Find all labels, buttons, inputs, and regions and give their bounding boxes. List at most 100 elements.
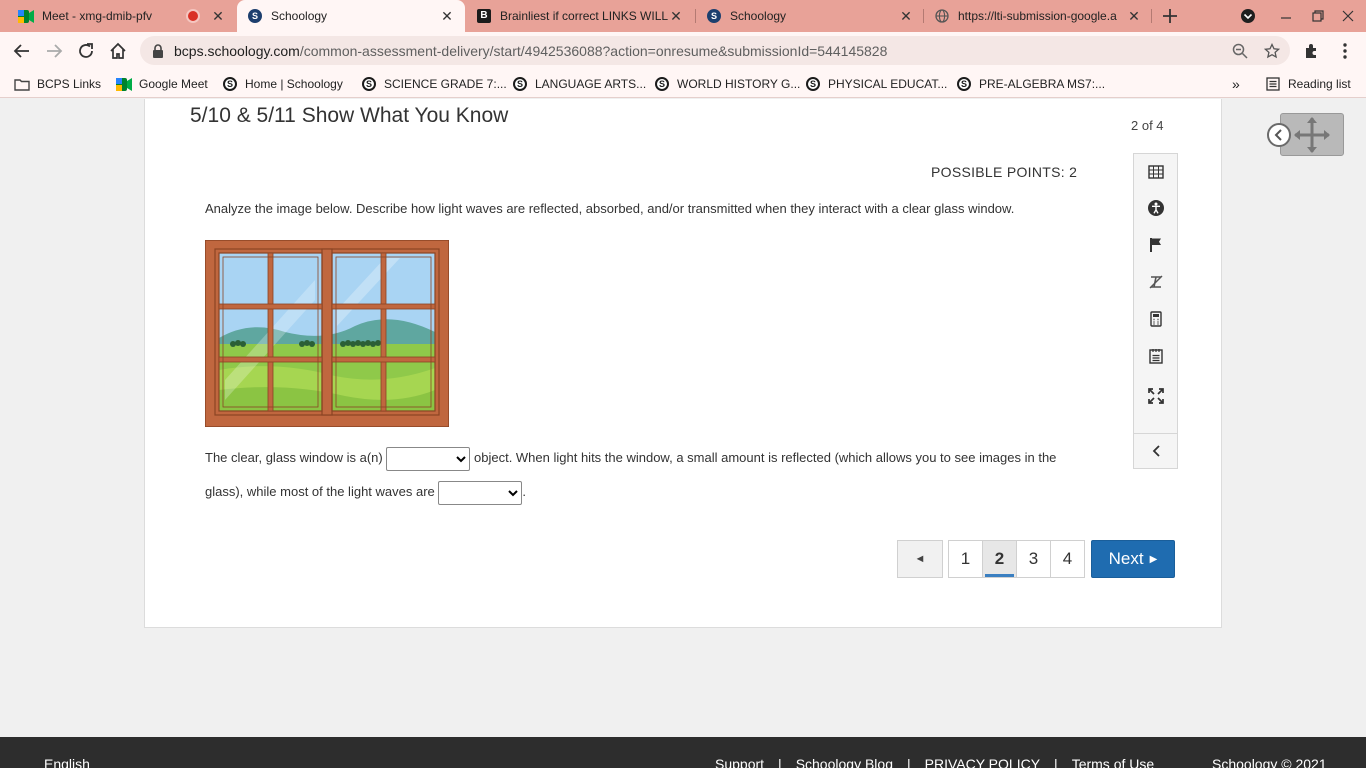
- page-content: 5/10 & 5/11 Show What You Know 2 of 4 PO…: [0, 99, 1366, 768]
- possible-points: POSSIBLE POINTS: 2: [931, 164, 1078, 180]
- recording-indicator-icon: [186, 9, 200, 23]
- close-tab-icon[interactable]: ✕: [1126, 8, 1142, 25]
- answer-dropdown-2[interactable]: [438, 480, 523, 505]
- bookmark-pre-algebra[interactable]: S PRE-ALGEBRA MS7:...: [956, 74, 1105, 94]
- address-bar[interactable]: bcps.schoology.com/common-assessment-del…: [140, 36, 1290, 65]
- fullscreen-icon[interactable]: [1134, 378, 1177, 414]
- footer-links: Support | Schoology Blog | PRIVACY POLIC…: [715, 756, 1154, 768]
- bookmarks-bar: BCPS Links Google Meet S Home | Schoolog…: [0, 70, 1366, 98]
- more-bookmarks-chevron-icon[interactable]: »: [1232, 74, 1240, 94]
- floating-tool-widget: [1266, 113, 1346, 158]
- home-icon[interactable]: [106, 39, 130, 63]
- page-button-3[interactable]: 3: [1016, 540, 1051, 578]
- bookmark-label: SCIENCE GRADE 7:...: [384, 77, 507, 91]
- url-path: /common-assessment-delivery/start/494253…: [299, 42, 888, 59]
- answer-text-part3: .: [522, 484, 527, 499]
- google-meet-icon: [116, 76, 132, 92]
- schoology-icon: S: [512, 76, 528, 92]
- close-tab-icon[interactable]: ✕: [898, 8, 914, 25]
- bookmark-physical-education[interactable]: S PHYSICAL EDUCAT...: [805, 74, 947, 94]
- question-progress: 2 of 4: [1131, 118, 1164, 133]
- assessment-card: 5/10 & 5/11 Show What You Know 2 of 4 PO…: [144, 99, 1222, 628]
- footer-separator: |: [1054, 756, 1058, 768]
- language-selector[interactable]: English: [44, 756, 90, 768]
- bookmark-home-schoology[interactable]: S Home | Schoology: [222, 74, 343, 94]
- tab-separator: [1151, 9, 1152, 23]
- schoology-icon: S: [706, 8, 722, 24]
- close-tab-icon[interactable]: ✕: [210, 8, 226, 25]
- forward-arrow-icon[interactable]: [42, 39, 66, 63]
- grid-calculator-icon[interactable]: [1134, 154, 1177, 190]
- answer-sentence: The clear, glass window is a(n) object. …: [205, 441, 1085, 509]
- bookmark-label: WORLD HISTORY G...: [677, 77, 801, 91]
- answer-text-part1: The clear, glass window is a(n): [205, 450, 383, 465]
- schoology-icon: S: [361, 76, 377, 92]
- browser-toolbar: bcps.schoology.com/common-assessment-del…: [0, 32, 1366, 70]
- tab-title: Meet - xmg-dmib-pfv: [42, 9, 153, 23]
- notepad-icon[interactable]: [1134, 338, 1177, 374]
- tab-title: Schoology: [271, 9, 328, 23]
- close-tab-icon[interactable]: ✕: [668, 8, 684, 25]
- bookmark-science[interactable]: S SCIENCE GRADE 7:...: [361, 74, 507, 94]
- minimize-window-icon[interactable]: [1274, 4, 1298, 28]
- calculator-icon[interactable]: [1134, 301, 1177, 337]
- bookmark-label: PHYSICAL EDUCAT...: [828, 77, 948, 91]
- tab-lti-submission[interactable]: https://lti-submission-google.a ✕: [924, 0, 1152, 32]
- bookmark-google-meet[interactable]: Google Meet: [116, 74, 208, 94]
- page-button-1[interactable]: 1: [948, 540, 983, 578]
- google-meet-icon: [18, 8, 34, 24]
- reading-list-button[interactable]: Reading list: [1265, 74, 1351, 94]
- tab-search-icon[interactable]: [1236, 4, 1260, 28]
- schoology-icon: S: [654, 76, 670, 92]
- answer-dropdown-1[interactable]: [386, 446, 471, 471]
- page-button-2-current[interactable]: 2: [982, 540, 1017, 578]
- next-question-button[interactable]: Next ▶: [1091, 540, 1175, 578]
- line-reader-icon[interactable]: [1134, 264, 1177, 300]
- flag-icon[interactable]: [1134, 227, 1177, 263]
- back-arrow-icon[interactable]: [10, 39, 34, 63]
- footer-link-terms[interactable]: Terms of Use: [1072, 756, 1154, 768]
- page-button-4[interactable]: 4: [1050, 540, 1085, 578]
- question-prompt: Analyze the image below. Describe how li…: [205, 201, 1015, 216]
- extensions-puzzle-icon[interactable]: [1300, 39, 1324, 63]
- lock-icon: [152, 43, 164, 58]
- previous-question-button[interactable]: ◄: [897, 540, 943, 578]
- reload-icon[interactable]: [74, 39, 98, 63]
- question-pager: ◄ 1 2 3 4 Next ▶: [897, 540, 1175, 578]
- accessibility-icon[interactable]: [1134, 190, 1177, 226]
- bookmark-language-arts[interactable]: S LANGUAGE ARTS...: [512, 74, 646, 94]
- schoology-icon: S: [956, 76, 972, 92]
- brainly-icon: B: [476, 8, 492, 24]
- collapse-tools-chevron-icon[interactable]: [1134, 433, 1177, 469]
- tab-schoology[interactable]: S Schoology ✕: [696, 0, 924, 32]
- bookmark-bcps-links[interactable]: BCPS Links: [14, 74, 101, 94]
- browser-tab-strip: Meet - xmg-dmib-pfv ✕ S Schoology ✕ B Br…: [0, 0, 1366, 32]
- tab-brainly[interactable]: B Brainliest if correct LINKS WILL ✕: [466, 0, 694, 32]
- bookmark-label: Google Meet: [139, 77, 208, 91]
- bookmark-star-icon[interactable]: [1260, 39, 1284, 63]
- close-tab-icon[interactable]: ✕: [439, 8, 455, 25]
- zoom-icon[interactable]: [1228, 39, 1252, 63]
- assessment-title: 5/10 & 5/11 Show What You Know: [190, 104, 509, 127]
- reading-list-icon: [1265, 76, 1281, 92]
- schoology-icon: S: [247, 8, 263, 24]
- bookmark-label: LANGUAGE ARTS...: [535, 77, 647, 91]
- close-window-icon[interactable]: [1336, 4, 1360, 28]
- copyright: Schoology © 2021: [1212, 756, 1327, 768]
- footer-link-blog[interactable]: Schoology Blog: [796, 756, 893, 768]
- browser-menu-icon[interactable]: [1333, 39, 1357, 63]
- url-host: bcps.schoology.com: [174, 42, 300, 59]
- tab-title: https://lti-submission-google.a: [958, 9, 1117, 23]
- schoology-icon: S: [222, 76, 238, 92]
- footer-link-support[interactable]: Support: [715, 756, 764, 768]
- tab-title: Brainliest if correct LINKS WILL: [500, 9, 668, 23]
- bookmark-world-history[interactable]: S WORLD HISTORY G...: [654, 74, 800, 94]
- new-tab-icon[interactable]: [1158, 4, 1182, 28]
- restore-window-icon[interactable]: [1306, 4, 1330, 28]
- tab-meet[interactable]: Meet - xmg-dmib-pfv ✕: [8, 0, 236, 32]
- play-arrow-icon: ▶: [1149, 553, 1158, 565]
- footer-link-privacy[interactable]: PRIVACY POLICY: [925, 756, 1040, 768]
- collapse-widget-icon[interactable]: [1267, 123, 1291, 147]
- tab-schoology-active[interactable]: S Schoology ✕: [237, 0, 465, 32]
- tab-title: Schoology: [730, 9, 787, 23]
